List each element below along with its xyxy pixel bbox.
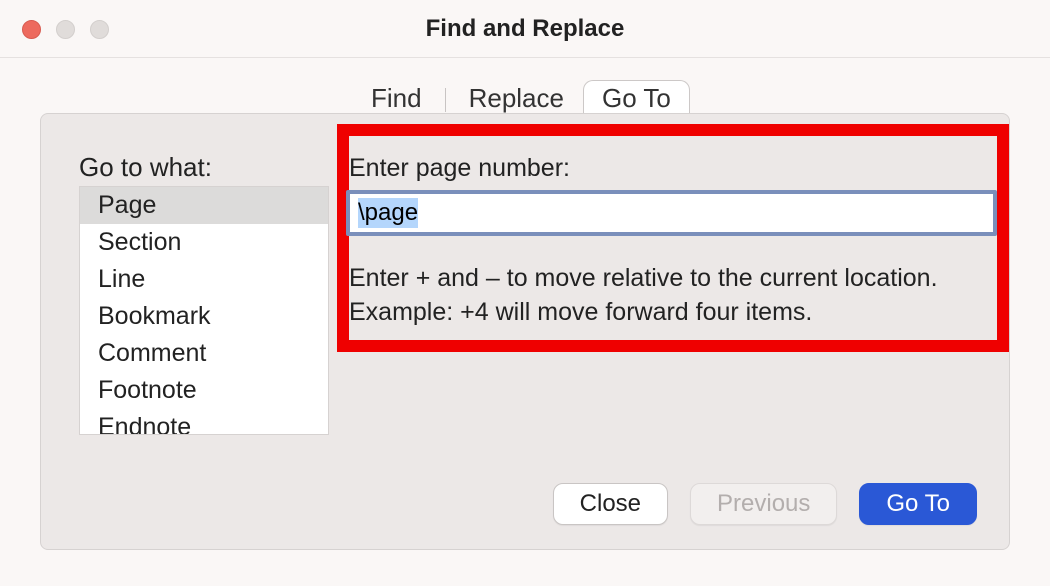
button-row: Close Previous Go To [553, 483, 977, 525]
list-item[interactable]: Bookmark [80, 298, 328, 335]
close-button[interactable]: Close [553, 483, 668, 525]
list-item[interactable]: Comment [80, 335, 328, 372]
page-number-label: Enter page number: [349, 154, 570, 183]
list-item[interactable]: Footnote [80, 372, 328, 409]
goto-panel: Go to what: Page Section Line Bookmark C… [40, 113, 1010, 550]
hint-text: Enter + and – to move relative to the cu… [349, 262, 995, 330]
list-item[interactable]: Endnote [80, 409, 328, 435]
list-item[interactable]: Section [80, 224, 328, 261]
window-title: Find and Replace [0, 15, 1050, 43]
list-item[interactable]: Page [80, 187, 328, 224]
goto-what-label: Go to what: [79, 152, 212, 183]
page-number-value[interactable]: \page [358, 198, 418, 228]
goto-what-list[interactable]: Page Section Line Bookmark Comment Footn… [79, 186, 329, 435]
titlebar: Find and Replace [0, 0, 1050, 58]
previous-button: Previous [690, 483, 837, 525]
goto-button[interactable]: Go To [859, 483, 977, 525]
tab-separator [445, 88, 446, 112]
page-number-input[interactable]: \page [346, 190, 997, 236]
list-item[interactable]: Line [80, 261, 328, 298]
